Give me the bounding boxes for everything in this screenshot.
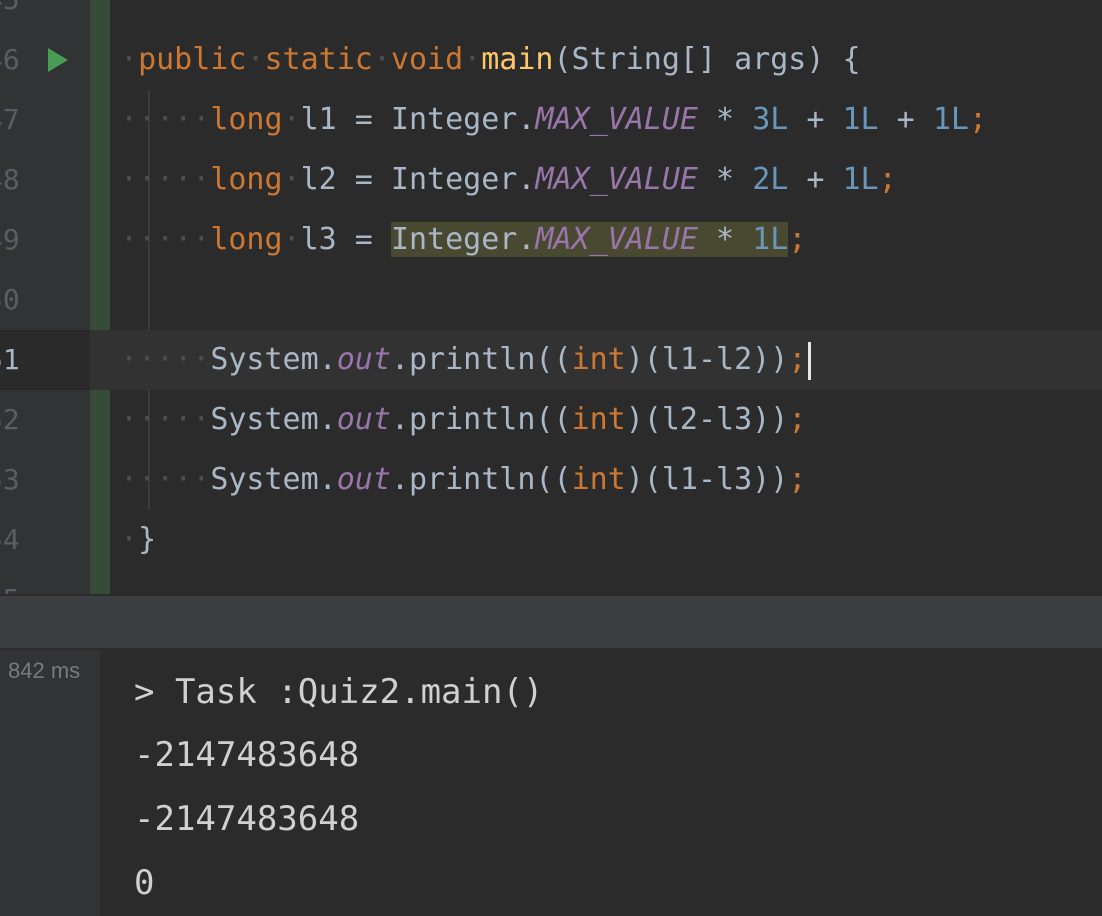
line-number: 45	[0, 0, 90, 30]
line-number: 46	[0, 43, 20, 76]
console-output-line: -2147483648	[134, 735, 360, 775]
console-output-line: 0	[134, 863, 155, 903]
statement-l3: ·····long·l3 = Integer.MAX_VALUE * 1L;	[120, 222, 807, 257]
line-number: 49	[0, 223, 20, 256]
code-line: 54 ·}	[0, 510, 1102, 570]
selection-highlight: Integer.MAX_VALUE * 1L	[390, 222, 789, 257]
line-number: 48	[0, 163, 20, 196]
console-task-line: > Task :Quiz2.main()	[134, 672, 544, 712]
run-main-icon[interactable]	[48, 48, 68, 72]
line-number: 54	[0, 523, 20, 556]
code-editor[interactable]: 45 46 ·public·static·void·main(String[] …	[0, 0, 1102, 594]
line-number: 47	[0, 103, 20, 136]
code-line: 50	[0, 270, 1102, 330]
line-number: 50	[0, 283, 20, 316]
line-number: 53	[0, 463, 20, 496]
run-duration: 842 ms	[8, 658, 81, 683]
closing-brace: ·}	[120, 522, 157, 557]
text-caret	[808, 341, 812, 380]
method-signature: ·public·static·void·main(String[] args) …	[120, 42, 861, 77]
code-line: 45	[0, 0, 1102, 30]
println-l1-l2: ·····System.out.println((int)(l1-l2));	[120, 330, 812, 390]
println-l2-l3: ·····System.out.println((int)(l2-l3));	[120, 402, 807, 437]
run-console[interactable]: 842 ms > Task :Quiz2.main() -2147483648 …	[0, 650, 1102, 916]
panel-splitter[interactable]	[0, 594, 1102, 650]
console-output-line: -2147483648	[134, 799, 360, 839]
code-line: 48 ·····long·l2 = Integer.MAX_VALUE * 2L…	[0, 150, 1102, 210]
code-line: 49 ·····long·l3 = Integer.MAX_VALUE * 1L…	[0, 210, 1102, 270]
statement-l2: ·····long·l2 = Integer.MAX_VALUE * 2L + …	[120, 162, 897, 197]
code-line: 55	[0, 570, 1102, 594]
code-line: 47 ·····long·l1 = Integer.MAX_VALUE * 3L…	[0, 90, 1102, 150]
println-l1-l3: ·····System.out.println((int)(l1-l3));	[120, 462, 807, 497]
current-code-line: 51 ·····System.out.println((int)(l1-l2))…	[0, 330, 1102, 390]
code-line: 52 ·····System.out.println((int)(l2-l3))…	[0, 390, 1102, 450]
line-number: 52	[0, 403, 20, 436]
statement-l1: ·····long·l1 = Integer.MAX_VALUE * 3L + …	[120, 102, 987, 137]
code-line: 46 ·public·static·void·main(String[] arg…	[0, 30, 1102, 90]
line-number: 51	[0, 330, 90, 390]
console-gutter: 842 ms	[0, 650, 100, 916]
line-number: 55	[0, 570, 90, 594]
code-line: 53 ·····System.out.println((int)(l1-l3))…	[0, 450, 1102, 510]
